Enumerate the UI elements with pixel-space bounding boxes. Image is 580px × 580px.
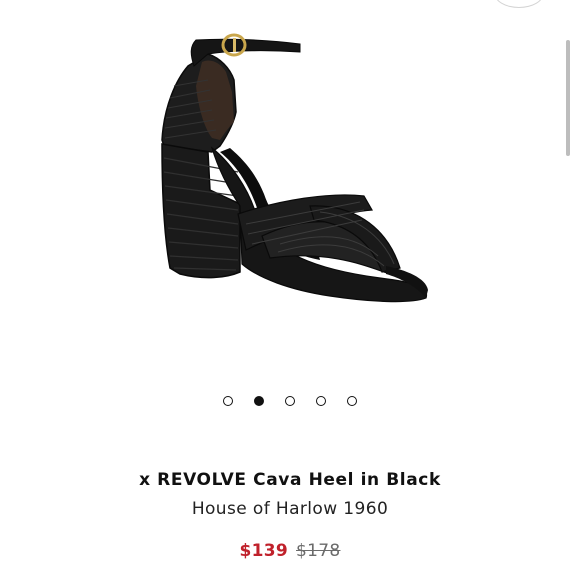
original-price: $178 xyxy=(296,541,341,561)
product-brand[interactable]: House of Harlow 1960 xyxy=(0,499,580,519)
carousel-dot-4[interactable] xyxy=(316,396,326,406)
sale-price: $139 xyxy=(239,541,289,561)
product-title: x REVOLVE Cava Heel in Black xyxy=(139,470,441,490)
product-page: x REVOLVE Cava Heel in Black House of Ha… xyxy=(0,0,580,580)
carousel-dot-1[interactable] xyxy=(223,396,233,406)
scrollbar[interactable] xyxy=(566,40,570,156)
carousel-indicator xyxy=(0,396,580,412)
top-action-button[interactable] xyxy=(494,0,544,8)
carousel-dot-5[interactable] xyxy=(347,396,357,406)
carousel-dot-3[interactable] xyxy=(285,396,295,406)
price-row: $139 $178 xyxy=(0,541,580,561)
carousel-dot-2[interactable] xyxy=(254,396,264,406)
product-image[interactable] xyxy=(150,28,440,314)
